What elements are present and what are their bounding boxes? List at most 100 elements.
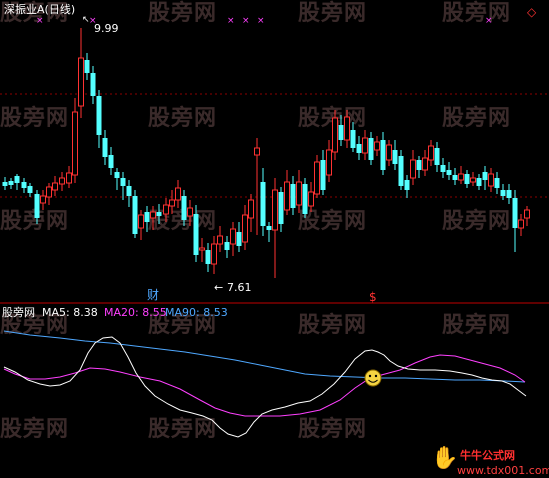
candle-body[interactable]: [211, 243, 217, 265]
candle-body[interactable]: [332, 117, 338, 153]
candle-body[interactable]: [84, 60, 90, 73]
candle-body[interactable]: [96, 96, 102, 135]
candle-body[interactable]: [14, 176, 20, 183]
candle-body[interactable]: [524, 209, 530, 219]
candle-body[interactable]: [458, 173, 464, 181]
candle-body[interactable]: [2, 182, 8, 186]
candle-body[interactable]: [434, 148, 440, 165]
candle-body[interactable]: [78, 57, 84, 107]
watermark-text: 股旁网: [442, 0, 511, 26]
candle-body[interactable]: [230, 228, 236, 245]
candle-body[interactable]: [428, 145, 434, 161]
candle-body[interactable]: [284, 181, 290, 211]
candle-body[interactable]: [374, 141, 380, 151]
candle-body[interactable]: [132, 196, 138, 234]
candle-body[interactable]: [452, 175, 458, 180]
candle-body[interactable]: [494, 178, 500, 188]
candle-body[interactable]: [34, 194, 40, 218]
candle-body[interactable]: [512, 198, 518, 228]
candle-body[interactable]: [380, 140, 386, 170]
candle-body[interactable]: [27, 186, 33, 193]
candle-body[interactable]: [66, 172, 72, 184]
ma20-line[interactable]: [3, 354, 526, 417]
candle-body[interactable]: [8, 181, 14, 185]
candle-body[interactable]: [368, 138, 374, 160]
candle-body[interactable]: [169, 199, 175, 207]
candle-body[interactable]: [482, 172, 488, 180]
diamond-icon[interactable]: ◇: [527, 5, 537, 19]
candle-body[interactable]: [314, 161, 320, 195]
candle-body[interactable]: [144, 212, 150, 222]
candle-body[interactable]: [464, 174, 470, 184]
candle-body[interactable]: [90, 73, 96, 96]
watermark-text: 股旁网: [148, 105, 217, 131]
candle-body[interactable]: [193, 214, 199, 255]
candle-body[interactable]: [308, 191, 314, 207]
candle-body[interactable]: [350, 130, 356, 148]
candle-body[interactable]: [386, 144, 392, 161]
candle-body[interactable]: [296, 181, 302, 206]
candle-body[interactable]: [40, 195, 46, 204]
price-panel[interactable]: 深振业A(日线) × × × × × × ◇ 9.99 ↖ 7.61 ← 财 $: [0, 2, 549, 304]
candle-body[interactable]: [320, 160, 326, 190]
candle-body[interactable]: [236, 232, 242, 246]
candle-body[interactable]: [476, 178, 482, 186]
candle-body[interactable]: [356, 144, 362, 153]
candle-body[interactable]: [181, 196, 187, 220]
candle-body[interactable]: [326, 149, 332, 176]
candle-body[interactable]: [163, 204, 169, 215]
candle-body[interactable]: [126, 186, 132, 196]
candle-body[interactable]: [338, 125, 344, 140]
candle-body[interactable]: [114, 172, 120, 178]
candle-body[interactable]: [120, 178, 126, 186]
ma90-label: MA90: 8.53: [165, 306, 228, 319]
candle-body[interactable]: [404, 180, 410, 190]
low-price-label: 7.61: [227, 281, 252, 294]
candle-body[interactable]: [470, 177, 476, 183]
candle-body[interactable]: [488, 173, 494, 187]
ma5-line[interactable]: [3, 336, 527, 438]
candle-body[interactable]: [278, 192, 284, 224]
candle-body[interactable]: [518, 219, 524, 229]
candle-body[interactable]: [500, 190, 506, 196]
candle-body[interactable]: [362, 137, 368, 154]
finance-marker[interactable]: 财: [147, 288, 159, 302]
candle-body[interactable]: [21, 182, 27, 188]
candle-body[interactable]: [72, 111, 78, 176]
candle-body[interactable]: [156, 212, 162, 216]
candle-body[interactable]: [506, 190, 512, 198]
candle-body[interactable]: [290, 184, 296, 208]
candle-body[interactable]: [59, 177, 65, 185]
candle-body[interactable]: [187, 207, 193, 217]
candle-body[interactable]: [52, 182, 58, 191]
candlestick-series[interactable]: [2, 28, 530, 278]
ma90-line[interactable]: [3, 330, 526, 383]
candle-body[interactable]: [150, 211, 156, 219]
candle-body[interactable]: [440, 165, 446, 172]
smiley-icon[interactable]: [364, 369, 382, 387]
candle-body[interactable]: [248, 199, 254, 219]
candle-body[interactable]: [217, 235, 223, 245]
candle-body[interactable]: [416, 160, 422, 170]
candle-body[interactable]: [175, 187, 181, 201]
candle-body[interactable]: [199, 247, 205, 251]
candle-body[interactable]: [446, 170, 452, 175]
candle-body[interactable]: [242, 214, 248, 243]
candle-body[interactable]: [302, 184, 308, 214]
dollar-marker[interactable]: $: [369, 290, 377, 304]
candle-body[interactable]: [46, 186, 52, 198]
candle-body[interactable]: [266, 226, 272, 230]
candle-body[interactable]: [205, 250, 211, 264]
candle-body[interactable]: [254, 147, 260, 156]
candle-body[interactable]: [398, 156, 404, 186]
candle-body[interactable]: [344, 116, 350, 141]
candle-body[interactable]: [102, 138, 108, 157]
candle-body[interactable]: [272, 189, 278, 231]
candle-body[interactable]: [392, 150, 398, 164]
candle-body[interactable]: [410, 159, 416, 179]
candle-body[interactable]: [108, 155, 114, 168]
candle-body[interactable]: [422, 157, 428, 171]
candle-body[interactable]: [260, 182, 266, 226]
candle-body[interactable]: [224, 242, 230, 250]
candle-body[interactable]: [138, 214, 144, 229]
